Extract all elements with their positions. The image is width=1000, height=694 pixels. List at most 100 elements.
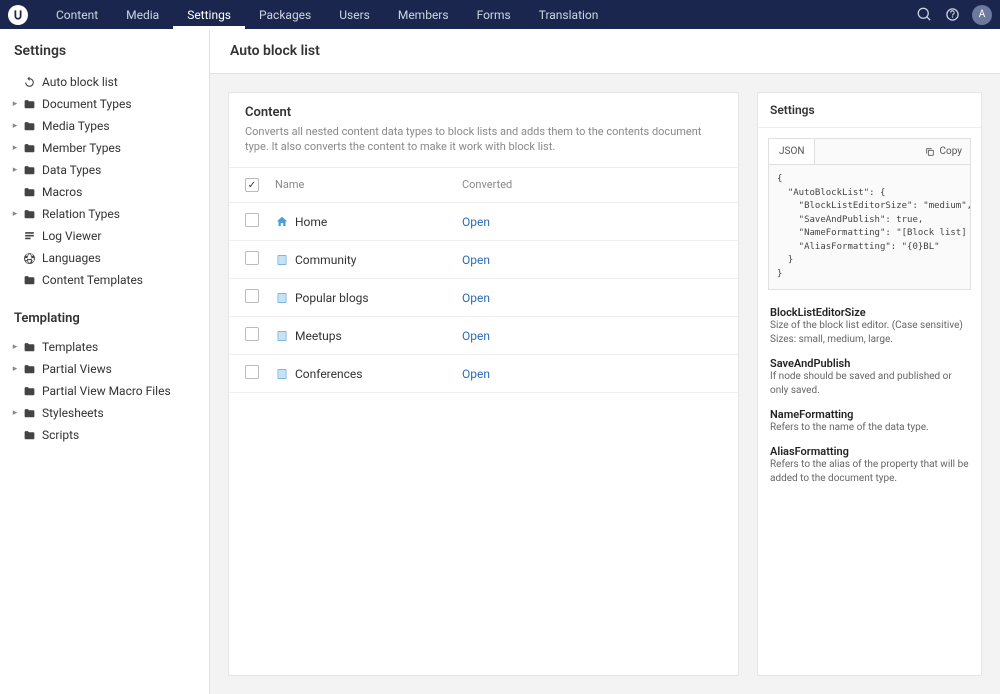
setting-description: If node should be saved and published or… bbox=[770, 370, 969, 398]
open-link[interactable]: Open bbox=[462, 253, 490, 267]
row-name: Popular blogs bbox=[295, 291, 462, 305]
globe-icon bbox=[20, 252, 38, 265]
expand-caret-icon[interactable]: ▸ bbox=[10, 209, 20, 219]
row-name: Meetups bbox=[295, 329, 462, 343]
tree-item-label: Partial View Macro Files bbox=[42, 384, 199, 398]
folder-icon bbox=[20, 120, 38, 133]
page-title: Auto block list bbox=[210, 29, 1000, 74]
sidebar-item-media-types[interactable]: ▸ Media Types bbox=[10, 115, 199, 137]
doc-icon bbox=[275, 329, 295, 343]
setting-description: Refers to the alias of the property that… bbox=[770, 458, 969, 486]
setting-item: NameFormattingRefers to the name of the … bbox=[770, 408, 969, 435]
setting-name: BlockListEditorSize bbox=[770, 306, 969, 319]
tree-item-label: Member Types bbox=[42, 141, 199, 155]
table-header: ✓ Name Converted bbox=[229, 168, 738, 204]
copy-button[interactable]: Copy bbox=[917, 139, 970, 164]
tree-item-label: Languages bbox=[42, 251, 199, 265]
nav-item-members[interactable]: Members bbox=[384, 0, 463, 29]
tree-item-label: Macros bbox=[42, 185, 199, 199]
open-link[interactable]: Open bbox=[462, 367, 490, 381]
sidebar-item-data-types[interactable]: ▸Data Types bbox=[10, 159, 199, 181]
content-panel: Content Converts all nested content data… bbox=[228, 92, 739, 676]
row-checkbox[interactable] bbox=[245, 213, 259, 227]
avatar[interactable]: A bbox=[972, 5, 992, 25]
expand-caret-icon[interactable]: ▸ bbox=[10, 165, 20, 175]
expand-caret-icon[interactable]: ▸ bbox=[10, 143, 20, 153]
folder-icon bbox=[20, 341, 38, 354]
row-checkbox[interactable] bbox=[245, 327, 259, 341]
expand-caret-icon[interactable]: ▸ bbox=[10, 342, 20, 352]
sidebar-item-relation-types[interactable]: ▸ Relation Types bbox=[10, 203, 199, 225]
tree-item-label: Templates bbox=[42, 340, 199, 354]
setting-item: SaveAndPublishIf node should be saved an… bbox=[770, 357, 969, 398]
sidebar-item-templates[interactable]: ▸ Templates bbox=[10, 336, 199, 358]
expand-caret-icon[interactable]: ▸ bbox=[10, 364, 20, 374]
copy-label: Copy bbox=[939, 146, 962, 157]
tree-item-label: Log Viewer bbox=[42, 229, 199, 243]
tree-item-label: Content Templates bbox=[42, 273, 199, 287]
table-row: Popular blogsOpen bbox=[229, 279, 738, 317]
row-checkbox[interactable] bbox=[245, 251, 259, 265]
sidebar-item-document-types[interactable]: ▸Document Types bbox=[10, 93, 199, 115]
content-area: Auto block list Content Converts all nes… bbox=[210, 29, 1000, 694]
setting-name: AliasFormatting bbox=[770, 445, 969, 458]
expand-caret-icon[interactable]: ▸ bbox=[10, 99, 20, 109]
content-panel-description: Converts all nested content data types t… bbox=[245, 124, 722, 155]
nav-item-users[interactable]: Users bbox=[325, 0, 384, 29]
tree-item-label: Relation Types bbox=[42, 207, 199, 221]
settings-panel-title: Settings bbox=[758, 93, 981, 128]
tree-item-label: Media Types bbox=[42, 119, 199, 133]
sidebar-item-partial-view-macro-files[interactable]: Partial View Macro Files bbox=[10, 380, 199, 402]
help-icon[interactable] bbox=[938, 7, 966, 22]
table-row: CommunityOpen bbox=[229, 241, 738, 279]
app-logo[interactable] bbox=[8, 5, 28, 25]
row-checkbox[interactable] bbox=[245, 365, 259, 379]
sync-icon bbox=[20, 76, 38, 89]
open-link[interactable]: Open bbox=[462, 329, 490, 343]
tree-item-label: Scripts bbox=[42, 428, 199, 442]
sidebar-item-scripts[interactable]: Scripts bbox=[10, 424, 199, 446]
open-link[interactable]: Open bbox=[462, 215, 490, 229]
log-icon bbox=[20, 230, 38, 243]
folder-icon bbox=[20, 98, 38, 111]
column-name: Name bbox=[275, 178, 462, 193]
nav-item-media[interactable]: Media bbox=[112, 0, 173, 29]
json-block: JSON Copy { "AutoBlockList": { "BlockLis… bbox=[768, 138, 971, 290]
sidebar-item-content-templates[interactable]: Content Templates bbox=[10, 269, 199, 291]
sidebar-item-macros[interactable]: Macros bbox=[10, 181, 199, 203]
folder-icon bbox=[20, 385, 38, 398]
tree-item-label: Stylesheets bbox=[42, 406, 199, 420]
sidebar-title: Settings bbox=[14, 43, 195, 59]
row-checkbox[interactable] bbox=[245, 289, 259, 303]
sidebar-item-languages[interactable]: Languages bbox=[10, 247, 199, 269]
search-icon[interactable] bbox=[910, 7, 938, 22]
nav-item-translation[interactable]: Translation bbox=[525, 0, 613, 29]
nav-item-content[interactable]: Content bbox=[42, 0, 112, 29]
sidebar-item-auto-block-list[interactable]: Auto block list bbox=[10, 71, 199, 93]
column-converted: Converted bbox=[462, 178, 722, 193]
json-tab[interactable]: JSON bbox=[769, 139, 815, 164]
sidebar-item-member-types[interactable]: ▸ Member Types bbox=[10, 137, 199, 159]
nav-item-forms[interactable]: Forms bbox=[463, 0, 525, 29]
sidebar-item-log-viewer[interactable]: Log Viewer bbox=[10, 225, 199, 247]
sidebar-item-stylesheets[interactable]: ▸ Stylesheets bbox=[10, 402, 199, 424]
setting-name: NameFormatting bbox=[770, 408, 969, 421]
section-header-templating: Templating bbox=[14, 311, 195, 326]
tree-item-label: Partial Views bbox=[42, 362, 199, 376]
folder-icon bbox=[20, 363, 38, 376]
select-all-checkbox[interactable]: ✓ bbox=[245, 178, 259, 192]
nav-item-packages[interactable]: Packages bbox=[245, 0, 325, 29]
home-icon bbox=[275, 215, 295, 229]
row-name: Conferences bbox=[295, 367, 462, 381]
expand-caret-icon[interactable]: ▸ bbox=[10, 121, 20, 131]
nav-item-settings[interactable]: Settings bbox=[173, 0, 245, 29]
open-link[interactable]: Open bbox=[462, 291, 490, 305]
sidebar-item-partial-views[interactable]: ▸ Partial Views bbox=[10, 358, 199, 380]
json-code[interactable]: { "AutoBlockList": { "BlockListEditorSiz… bbox=[769, 165, 970, 289]
copy-icon bbox=[925, 147, 935, 157]
top-bar: ContentMediaSettingsPackagesUsersMembers… bbox=[0, 0, 1000, 29]
expand-caret-icon[interactable]: ▸ bbox=[10, 408, 20, 418]
top-nav: ContentMediaSettingsPackagesUsersMembers… bbox=[42, 0, 612, 29]
settings-panel: Settings JSON Copy { "AutoBlockList": { … bbox=[757, 92, 982, 676]
folder-icon bbox=[20, 186, 38, 199]
